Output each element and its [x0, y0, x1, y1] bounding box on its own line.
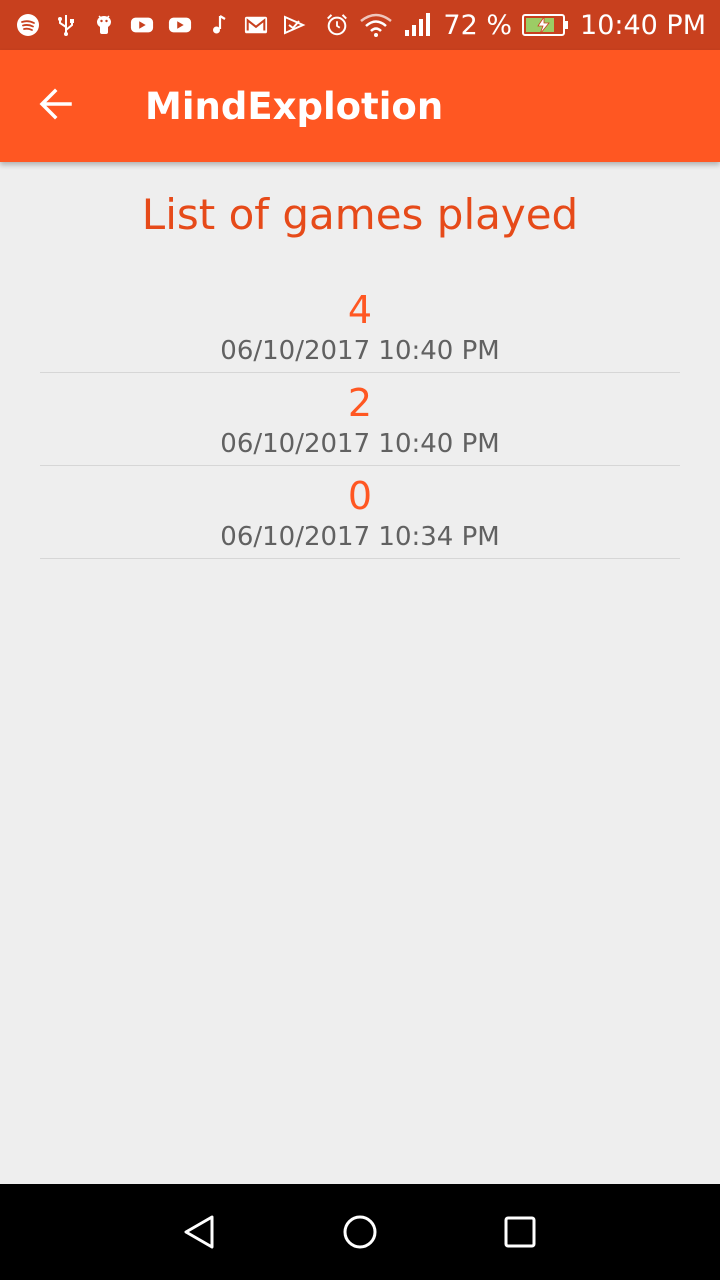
- list-item[interactable]: 0 06/10/2017 10:34 PM: [40, 466, 680, 559]
- game-date: 06/10/2017 10:40 PM: [220, 429, 500, 459]
- list-item[interactable]: 4 06/10/2017 10:40 PM: [40, 280, 680, 373]
- wifi-icon: [359, 13, 393, 37]
- game-score: 4: [347, 288, 373, 332]
- status-bar: 72 % 10:40 PM: [0, 0, 720, 50]
- home-nav-icon[interactable]: [330, 1202, 390, 1262]
- game-date: 06/10/2017 10:34 PM: [220, 522, 500, 552]
- back-nav-icon[interactable]: [170, 1202, 230, 1262]
- gmail-icon: [244, 13, 268, 37]
- game-score: 0: [347, 474, 373, 518]
- youtube-icon: [168, 13, 192, 37]
- spotify-icon: [16, 13, 40, 37]
- battery-percent: 72 %: [443, 9, 513, 41]
- game-date: 06/10/2017 10:40 PM: [220, 336, 500, 366]
- page-title: List of games played: [141, 190, 579, 239]
- navigation-bar: [0, 1184, 720, 1280]
- android-debug-icon: [92, 13, 116, 37]
- app-bar: MindExplotion: [0, 50, 720, 162]
- notification-icons: [16, 13, 325, 37]
- game-score: 2: [347, 381, 373, 425]
- system-icons: 72 % 10:40 PM: [325, 10, 706, 41]
- usb-icon: [54, 13, 78, 37]
- back-button[interactable]: [0, 50, 112, 162]
- games-list[interactable]: 4 06/10/2017 10:40 PM 2 06/10/2017 10:40…: [40, 280, 680, 559]
- alarm-icon: [325, 13, 349, 37]
- youtube-icon: [130, 13, 154, 37]
- main-content: List of games played 4 06/10/2017 10:40 …: [0, 162, 720, 1184]
- status-time: 10:40 PM: [580, 9, 706, 41]
- recents-nav-icon[interactable]: [490, 1202, 550, 1262]
- battery-charging-icon: [522, 13, 570, 37]
- play-store-icon: [282, 13, 306, 37]
- signal-icon: [403, 13, 433, 37]
- app-title: MindExplotion: [145, 84, 444, 128]
- music-note-icon: [206, 13, 230, 37]
- list-item[interactable]: 2 06/10/2017 10:40 PM: [40, 373, 680, 466]
- arrow-back-icon: [39, 87, 73, 126]
